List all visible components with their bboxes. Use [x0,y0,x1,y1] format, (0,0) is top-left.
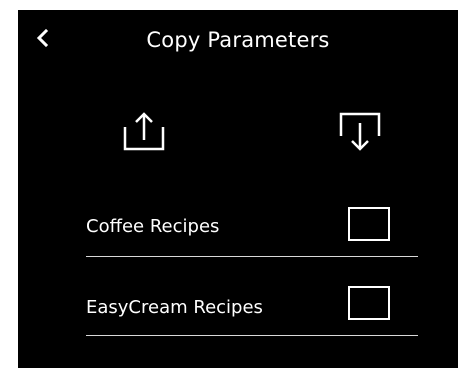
option-label: Coffee Recipes [86,216,220,237]
option-label: EasyCream Recipes [86,297,263,318]
export-button[interactable] [114,108,174,158]
import-button[interactable] [330,108,390,158]
page-title: Copy Parameters [146,28,330,52]
divider [86,335,418,336]
easycream-recipes-checkbox[interactable] [348,286,390,320]
coffee-recipes-checkbox[interactable] [348,207,390,241]
divider [86,256,418,257]
download-import-icon [332,106,388,160]
option-easycream-recipes[interactable]: EasyCream Recipes [86,280,418,350]
upload-export-icon [116,107,172,159]
option-coffee-recipes[interactable]: Coffee Recipes [86,200,418,270]
copy-parameters-screen: Copy Parameters Coffee Recipes EasyCream… [18,10,458,368]
